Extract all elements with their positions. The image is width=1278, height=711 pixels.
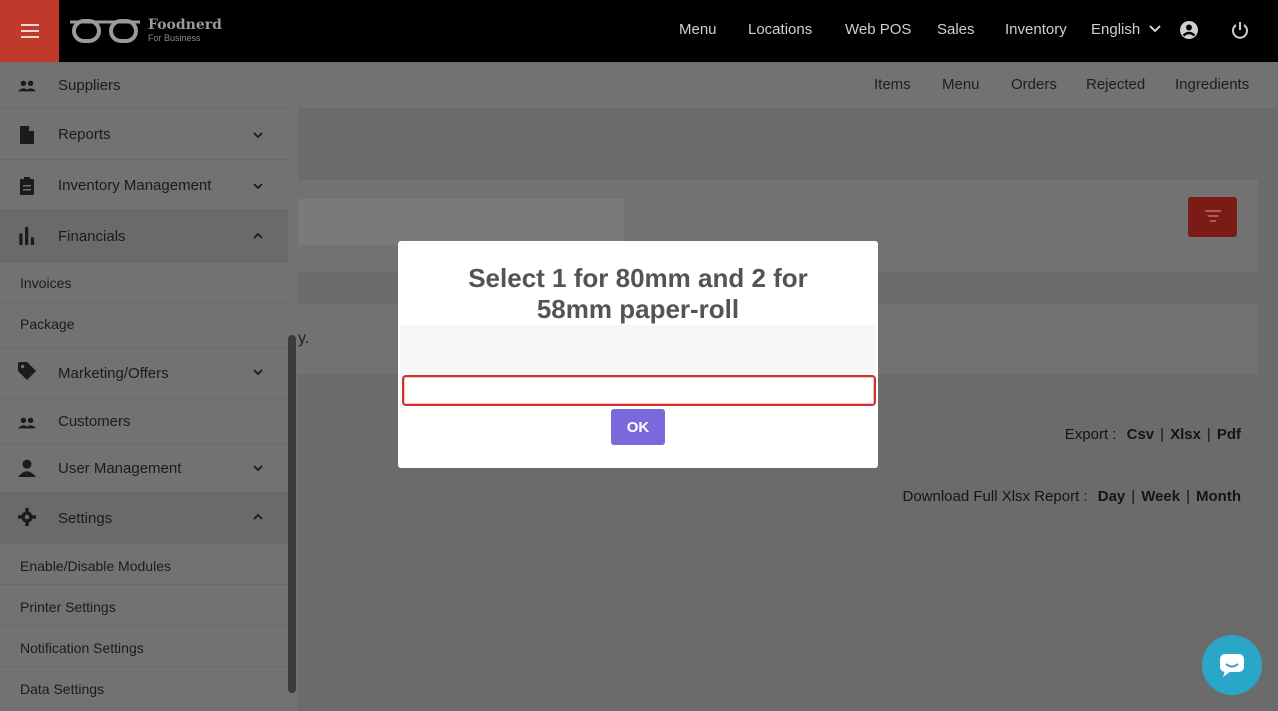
report-week-link[interactable]: Week xyxy=(1141,488,1180,505)
sidebar-subitem-data-settings[interactable]: Data Settings xyxy=(0,667,288,711)
sidebar-item-suppliers[interactable]: Suppliers xyxy=(0,62,288,109)
export-bar: Export : Csv | Xlsx | Pdf xyxy=(1064,426,1241,443)
nav-locations[interactable]: Locations xyxy=(748,21,812,38)
sidebar-subitem-label: Invoices xyxy=(20,275,72,291)
dialog-title-line-2: 58mm paper-roll xyxy=(536,294,740,324)
report-label: Download Full Xlsx Report : xyxy=(902,488,1088,505)
people-icon xyxy=(18,417,36,429)
gear-icon xyxy=(18,508,36,526)
sidebar-item-label: Settings xyxy=(58,509,113,527)
language-label: English xyxy=(1091,21,1141,38)
chevron-down-icon xyxy=(253,465,263,472)
foodnerd-logo[interactable]: Foodnerd For Business xyxy=(68,14,222,46)
chevron-down-icon xyxy=(1149,25,1161,33)
logo-name: Foodnerd xyxy=(148,17,222,33)
sidebar-subitem-label: Printer Settings xyxy=(20,599,116,615)
export-pdf-link[interactable]: Pdf xyxy=(1217,426,1241,443)
chat-widget-button[interactable] xyxy=(1202,635,1262,695)
dialog-title: Select 1 for 80mm and 2 for 58mm paper-r… xyxy=(398,263,878,325)
ok-button[interactable]: OK xyxy=(611,409,665,445)
chevron-down-icon xyxy=(253,369,263,376)
sidebar-subitem-enable-disable-modules[interactable]: Enable/Disable Modules xyxy=(0,544,288,585)
chevron-down-icon xyxy=(253,183,263,190)
sidebar-subitem-printer-settings[interactable]: Printer Settings xyxy=(0,585,288,626)
sidebar-item-label: Suppliers xyxy=(58,76,121,94)
export-label: Export : xyxy=(1064,426,1117,443)
subnav-ingredients[interactable]: Ingredients xyxy=(1175,76,1249,93)
account-circle-icon[interactable] xyxy=(1179,20,1199,40)
export-csv-link[interactable]: Csv xyxy=(1127,426,1155,443)
logo-subtitle: For Business xyxy=(148,33,201,43)
sidebar-item-label: Customers xyxy=(58,412,131,430)
document-icon xyxy=(20,126,34,144)
person-icon xyxy=(18,459,36,477)
menu-toggle-button[interactable] xyxy=(0,0,59,62)
sidebar-item-financials[interactable]: Financials xyxy=(0,211,288,262)
sidebar-item-user-management[interactable]: User Management xyxy=(0,444,288,493)
sidebar-subitem-notification-settings[interactable]: Notification Settings xyxy=(0,626,288,667)
sidebar-item-label: Reports xyxy=(58,125,111,143)
sidebar-item-label: Marketing/Offers xyxy=(58,364,169,382)
sidebar-subitem-label: Notification Settings xyxy=(20,640,144,656)
chevron-up-icon xyxy=(253,513,263,520)
sidebar: Suppliers Reports Inventory Management F… xyxy=(0,62,298,711)
subnav-menu[interactable]: Menu xyxy=(942,76,980,93)
paper-roll-input[interactable] xyxy=(402,375,876,406)
sidebar-item-label: User Management xyxy=(58,459,182,477)
sidebar-item-inventory-management[interactable]: Inventory Management xyxy=(0,160,288,211)
chat-bubble-icon xyxy=(1220,654,1244,677)
paper-roll-prompt-dialog: Select 1 for 80mm and 2 for 58mm paper-r… xyxy=(398,241,878,468)
sidebar-item-settings[interactable]: Settings xyxy=(0,493,288,544)
language-select[interactable]: English xyxy=(1091,21,1140,38)
sidebar-subitem-label: Data Settings xyxy=(20,681,105,697)
sidebar-subitem-invoices[interactable]: Invoices xyxy=(0,262,288,303)
sidebar-item-reports[interactable]: Reports xyxy=(0,109,288,160)
tag-icon xyxy=(18,362,36,380)
nav-menu[interactable]: Menu xyxy=(679,21,717,38)
sidebar-subitem-label: Enable/Disable Modules xyxy=(20,558,171,574)
subnav-orders[interactable]: Orders xyxy=(1011,76,1057,93)
bar-chart-icon xyxy=(19,227,35,245)
sidebar-subitem-label: Package xyxy=(20,316,75,332)
search-input[interactable] xyxy=(298,199,624,245)
power-icon[interactable] xyxy=(1230,20,1250,40)
filter-button[interactable] xyxy=(1188,197,1237,237)
sidebar-item-label: Inventory Management xyxy=(58,176,212,194)
people-icon xyxy=(18,80,36,92)
panel-text: y. xyxy=(298,330,310,347)
sub-navbar: Items Menu Orders Rejected Ingredients xyxy=(298,62,1278,108)
nav-web-pos[interactable]: Web POS xyxy=(845,21,911,38)
top-navbar: Foodnerd For Business Menu Locations Web… xyxy=(0,0,1278,62)
hamburger-icon xyxy=(20,24,39,38)
chevron-up-icon xyxy=(253,232,263,239)
report-download-bar: Download Full Xlsx Report : Day | Week | Mon… xyxy=(902,488,1242,505)
dialog-title-line-1: Select 1 for 80mm and 2 for xyxy=(468,263,808,293)
glasses-icon xyxy=(70,19,140,43)
sidebar-scrollbar[interactable] xyxy=(288,335,296,693)
clipboard-icon xyxy=(20,177,34,195)
sidebar-item-marketing-offers[interactable]: Marketing/Offers xyxy=(0,348,288,399)
report-day-link[interactable]: Day xyxy=(1098,488,1126,505)
chevron-down-icon xyxy=(253,132,263,139)
export-xlsx-link[interactable]: Xlsx xyxy=(1170,426,1201,443)
report-month-link[interactable]: Month xyxy=(1196,488,1241,505)
subnav-items[interactable]: Items xyxy=(874,76,911,93)
subnav-rejected[interactable]: Rejected xyxy=(1086,76,1145,93)
nav-inventory[interactable]: Inventory xyxy=(1005,21,1067,38)
nav-sales[interactable]: Sales xyxy=(937,21,975,38)
sidebar-subitem-package[interactable]: Package xyxy=(0,303,288,348)
sidebar-item-label: Financials xyxy=(58,227,126,245)
sidebar-item-customers[interactable]: Customers xyxy=(0,399,288,444)
dialog-message-area xyxy=(400,325,876,373)
